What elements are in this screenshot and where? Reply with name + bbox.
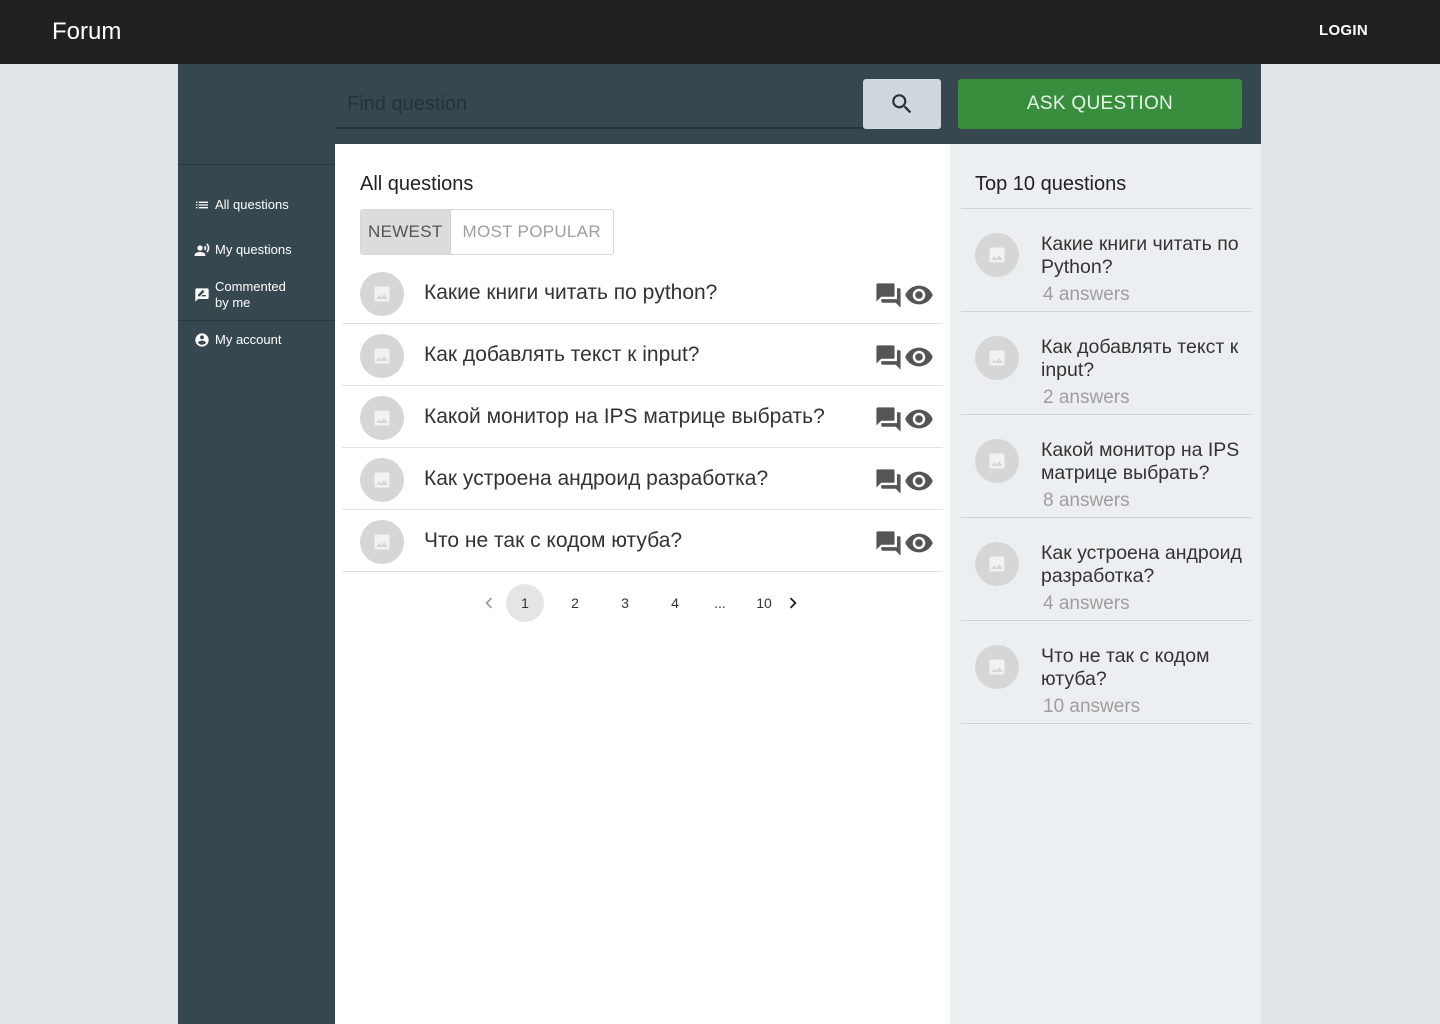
search-input[interactable] <box>347 90 847 118</box>
eye-icon[interactable] <box>904 280 934 310</box>
sidebar-item-my-questions[interactable]: My questions <box>194 242 292 258</box>
brand-title: Forum <box>52 18 122 45</box>
forum-icon[interactable] <box>874 529 903 558</box>
top-question-title[interactable]: Какой монитор на IPS матрице выбрать? <box>1041 439 1253 485</box>
answer-count: 4 answers <box>1043 284 1130 305</box>
sidebar-item-label: All questions <box>215 197 289 212</box>
image-placeholder-icon <box>975 439 1019 483</box>
answer-count: 8 answers <box>1043 490 1130 511</box>
next-page-button[interactable] <box>774 584 812 622</box>
answer-count: 10 answers <box>1043 696 1141 717</box>
image-placeholder-icon <box>360 334 404 378</box>
sidebar-divider <box>178 164 335 165</box>
login-button[interactable]: LOGIN <box>1319 22 1368 39</box>
top-question-title[interactable]: Как добавлять текст к input? <box>1041 336 1253 382</box>
image-placeholder-icon <box>975 233 1019 277</box>
eye-icon[interactable] <box>904 528 934 558</box>
question-actions <box>874 280 934 310</box>
ask-question-button[interactable]: ASK QUESTION <box>958 79 1242 129</box>
question-actions <box>874 466 934 496</box>
account-circle-icon <box>195 333 209 347</box>
question-actions <box>874 342 934 372</box>
question-list: Какие книги читать по python? Как добавл… <box>342 262 943 572</box>
sidebar-item-my-account[interactable]: My account <box>194 332 281 348</box>
question-row[interactable]: Как добавлять текст к input? <box>342 324 943 386</box>
sidebar-item-commented-by-me[interactable]: Commented by me <box>194 279 286 311</box>
eye-icon[interactable] <box>904 404 934 434</box>
search-field <box>335 79 863 129</box>
image-placeholder-icon <box>360 396 404 440</box>
question-row[interactable]: Какие книги читать по python? <box>342 262 943 324</box>
top-question-item[interactable]: Как добавлять текст к input? 2 answers <box>961 312 1251 415</box>
main-panel: All questions NEWEST MOST POPULAR Какие … <box>335 144 950 1024</box>
question-title[interactable]: Какой монитор на IPS матрице выбрать? <box>424 405 825 429</box>
page-button[interactable]: 3 <box>606 584 644 622</box>
top-questions-panel: Top 10 questions Какие книги читать по P… <box>950 144 1261 1024</box>
page-button[interactable]: 4 <box>656 584 694 622</box>
sort-newest-button[interactable]: NEWEST <box>361 210 451 254</box>
page-button[interactable]: 1 <box>506 584 544 622</box>
question-row[interactable]: Какой монитор на IPS матрице выбрать? <box>342 386 943 448</box>
eye-icon[interactable] <box>904 342 934 372</box>
top-question-title[interactable]: Какие книги читать по Python? <box>1041 233 1253 279</box>
sidebar-item-label: Commented by me <box>215 279 286 310</box>
image-placeholder-icon <box>360 272 404 316</box>
image-placeholder-icon <box>975 645 1019 689</box>
forum-icon[interactable] <box>874 467 903 496</box>
page-title: All questions <box>360 173 474 195</box>
sidebar-divider <box>178 320 335 321</box>
question-title[interactable]: Какие книги читать по python? <box>424 281 717 305</box>
search-button[interactable] <box>863 79 941 129</box>
forum-icon[interactable] <box>874 343 903 372</box>
top-app-bar: Forum LOGIN <box>0 0 1440 64</box>
question-row[interactable]: Что не так с кодом ютуба? <box>342 510 943 572</box>
question-title[interactable]: Как добавлять текст к input? <box>424 343 699 367</box>
list-icon <box>196 201 208 209</box>
image-placeholder-icon <box>360 458 404 502</box>
chevron-left-icon <box>485 597 493 609</box>
top-question-item[interactable]: Что не так с кодом ютуба? 10 answers <box>961 621 1251 724</box>
answer-count: 2 answers <box>1043 387 1130 408</box>
chevron-right-icon <box>789 597 797 609</box>
page-button[interactable]: 2 <box>556 584 594 622</box>
comment-edit-icon <box>195 288 209 302</box>
sidebar-item-label: My account <box>215 332 282 347</box>
sidebar: All questions My questions Commented by … <box>178 64 335 1024</box>
pagination: 1 2 3 4 ... 10 <box>475 584 815 622</box>
top-questions-list: Какие книги читать по Python? 4 answers … <box>961 208 1251 724</box>
top-question-item[interactable]: Какой монитор на IPS матрице выбрать? 8 … <box>961 415 1251 518</box>
sidebar-item-all-questions[interactable]: All questions <box>194 197 289 213</box>
page-ellipsis: ... <box>714 595 726 611</box>
answer-count: 4 answers <box>1043 593 1130 614</box>
top-question-title[interactable]: Как устроена андроид разработка? <box>1041 542 1253 588</box>
question-title[interactable]: Что не так с кодом ютуба? <box>424 529 682 553</box>
person-voice-icon <box>194 243 210 256</box>
image-placeholder-icon <box>360 520 404 564</box>
question-actions <box>874 404 934 434</box>
prev-page-button[interactable] <box>470 584 508 622</box>
forum-icon[interactable] <box>874 281 903 310</box>
eye-icon[interactable] <box>904 466 934 496</box>
question-row[interactable]: Как устроена андроид разработка? <box>342 448 943 510</box>
question-title[interactable]: Как устроена андроид разработка? <box>424 467 768 491</box>
image-placeholder-icon <box>975 336 1019 380</box>
image-placeholder-icon <box>975 542 1019 586</box>
top-questions-title: Top 10 questions <box>975 173 1127 195</box>
top-question-item[interactable]: Какие книги читать по Python? 4 answers <box>961 209 1251 312</box>
top-question-item[interactable]: Как устроена андроид разработка? 4 answe… <box>961 518 1251 621</box>
top-question-title[interactable]: Что не так с кодом ютуба? <box>1041 645 1253 691</box>
forum-icon[interactable] <box>874 405 903 434</box>
sort-most-popular-button[interactable]: MOST POPULAR <box>451 210 613 254</box>
sort-toggle: NEWEST MOST POPULAR <box>360 209 614 255</box>
search-icon <box>892 94 912 114</box>
question-actions <box>874 528 934 558</box>
sidebar-item-label: My questions <box>215 242 292 257</box>
